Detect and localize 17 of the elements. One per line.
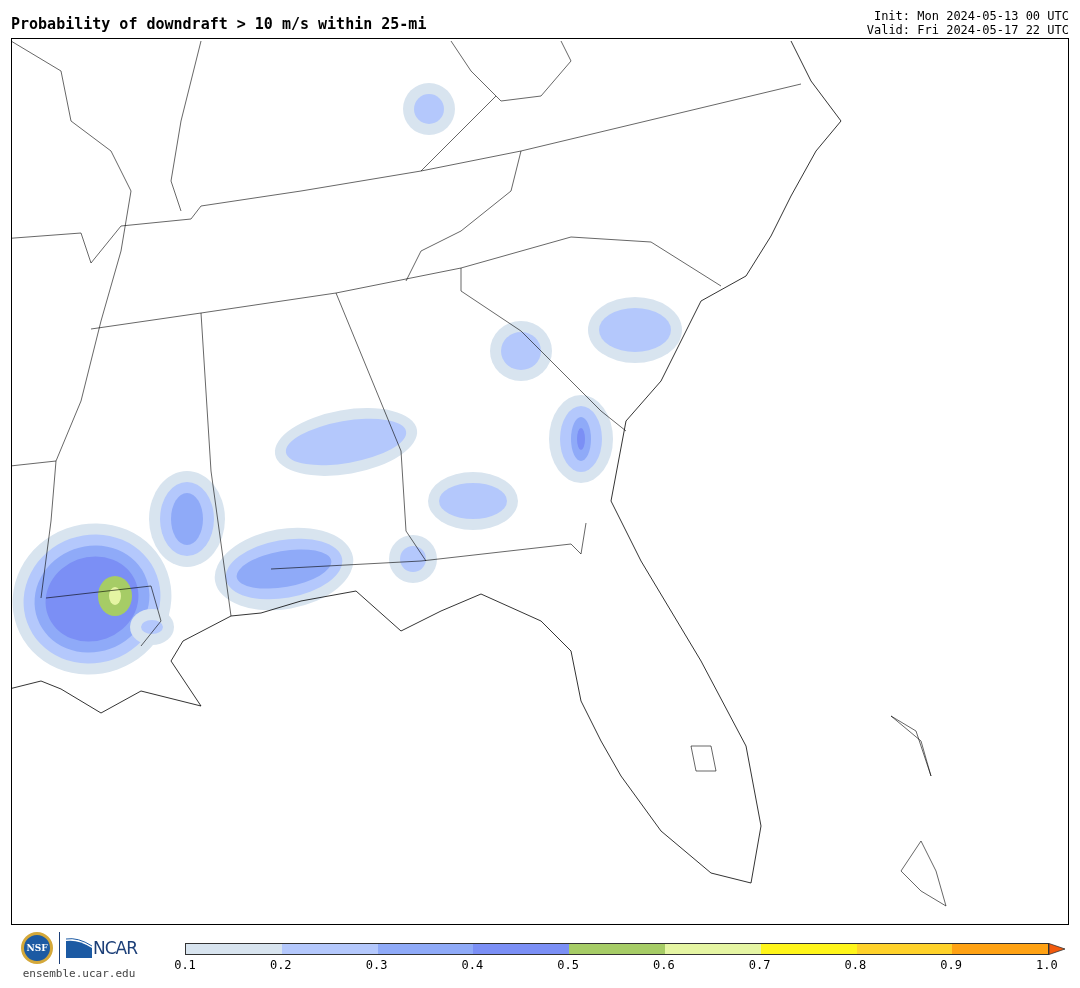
colorbar-tick-label: 0.4	[460, 958, 485, 972]
colorbar-tick-label: 0.5	[556, 958, 580, 972]
colorbar-tick-label: 0.6	[652, 958, 676, 972]
colorbar-tick-label: 0.2	[268, 958, 293, 972]
nsf-seal-logo: NSF	[21, 932, 53, 964]
plot-title: Probability of downdraft > 10 m/s within 25-mi	[11, 15, 427, 35]
site-url: ensemble.ucar.edu	[22, 967, 136, 980]
ncar-logo-icon	[66, 938, 92, 958]
colorbar-tick-label: 0.9	[939, 958, 963, 972]
colorbar-tick-label: 0.3	[364, 958, 389, 972]
init-time: Init: Mon 2024-05-13 00 UTC	[873, 9, 1069, 23]
colorbar-tick-label: 0.1	[173, 958, 197, 972]
ncar-logo-text: NCAR	[93, 938, 137, 958]
colorbar-tick-label: 0.7	[747, 958, 772, 972]
colorbar-tick-label: 1.0	[1035, 958, 1059, 972]
valid-time: Valid: Fri 2024-05-17 22 UTC	[866, 23, 1069, 37]
colorbar-tick-label: 0.8	[843, 958, 868, 972]
